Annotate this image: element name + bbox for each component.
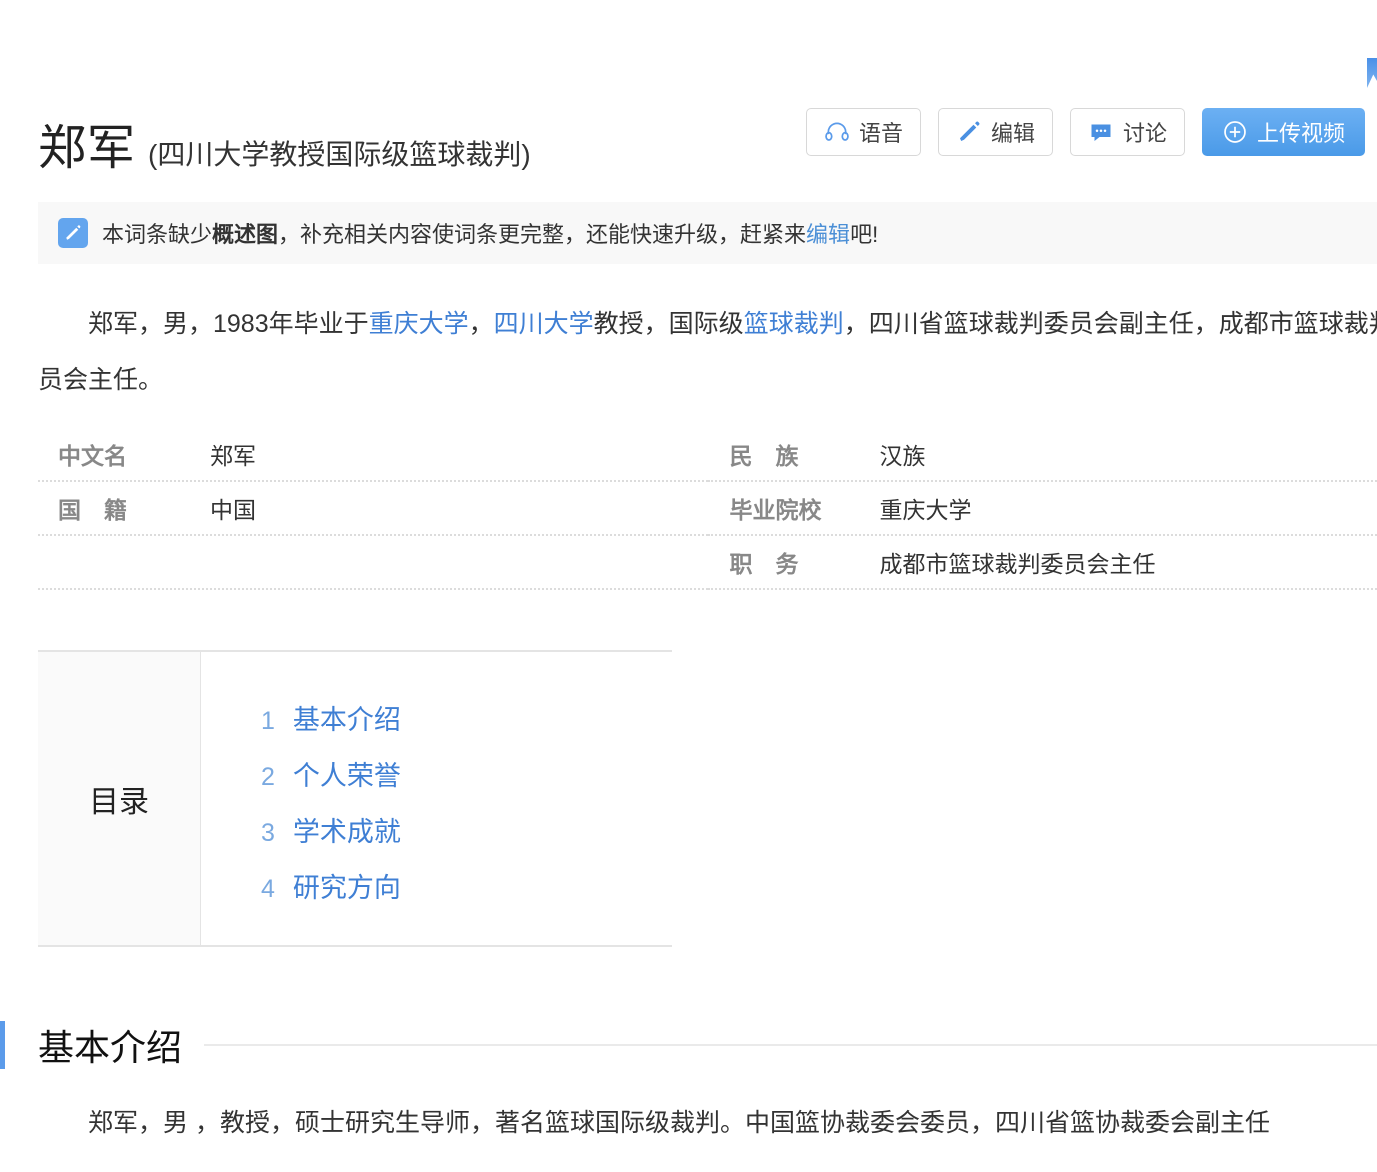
basic-info-value: 成都市篮球裁判委员会主任 <box>880 545 1156 579</box>
notice-text-after: 吧! <box>850 222 878 247</box>
table-row: 国 籍 中国 <box>38 482 708 536</box>
upload-video-button[interactable]: 上传视频 <box>1202 108 1365 156</box>
catalog-item-3[interactable]: 3 学术成就 <box>261 810 672 866</box>
table-row: 毕业院校 重庆大学 <box>708 482 1377 536</box>
upload-video-button-label: 上传视频 <box>1257 116 1345 148</box>
basic-info-value[interactable]: 中国 <box>210 491 256 525</box>
pencil-badge-icon <box>58 218 88 248</box>
discuss-button-label: 讨论 <box>1123 116 1167 148</box>
catalog-label: 目录 <box>38 652 201 945</box>
voice-button-label: 语音 <box>859 116 903 148</box>
title-group: 郑军 (四川大学教授国际级篮球裁判) <box>38 86 531 212</box>
action-bar: 语音 编辑 讨论 <box>806 108 1365 156</box>
notice-text: 本词条缺少概述图，补充相关内容使词条更完整，还能快速升级，赶紧来编辑吧! <box>102 217 878 249</box>
summary-seg3: 教授，国际级 <box>594 310 744 338</box>
corner-ornament <box>1367 58 1377 88</box>
table-row: 民 族 汉族 <box>708 428 1377 482</box>
comment-icon <box>1088 119 1114 145</box>
missing-image-notice: 本词条缺少概述图，补充相关内容使词条更完整，还能快速升级，赶紧来编辑吧! <box>38 202 1377 264</box>
discuss-button[interactable]: 讨论 <box>1070 108 1185 156</box>
plus-circle-icon <box>1222 119 1248 145</box>
edit-button[interactable]: 编辑 <box>938 108 1053 156</box>
section-paragraph: 郑军，男 ，教授，硕士研究生导师，著名篮球国际级裁判。中国篮协裁委会委员，四川省… <box>38 1095 1377 1151</box>
catalog-item-1[interactable]: 1 基本介绍 <box>261 698 672 754</box>
catalog-item-label: 研究方向 <box>293 866 401 905</box>
basic-info-key: 毕业院校 <box>708 491 880 525</box>
summary-paragraph: 郑军，男，1983年毕业于重庆大学，四川大学教授，国际级篮球裁判，四川省篮球裁判… <box>38 296 1377 408</box>
notice-text-bold: 概述图 <box>212 222 278 247</box>
lemma-header: 郑军 (四川大学教授国际级篮球裁判) 语音 编辑 <box>0 86 1377 170</box>
section-heading: 基本介绍 <box>0 1016 1377 1074</box>
section-divider <box>204 1044 1377 1046</box>
table-row: 中文名 郑军 <box>38 428 708 482</box>
table-of-contents: 目录 1 基本介绍 2 个人荣誉 3 学术成就 4 研究方向 <box>38 650 672 947</box>
catalog-item-number: 2 <box>261 763 275 792</box>
summary-seg1: 郑军，男，1983年毕业于 <box>88 310 369 338</box>
basic-info-table: 中文名 郑军 国 籍 中国 民 族 汉族 毕业院校 重庆大学 职 务 成都市篮球… <box>38 428 1377 590</box>
table-row: 职 务 成都市篮球裁判委员会主任 <box>708 536 1377 590</box>
section-accent-bar <box>0 1021 5 1069</box>
pencil-icon <box>956 119 982 145</box>
basic-info-value: 郑军 <box>210 437 256 471</box>
summary-seg2: ， <box>469 310 494 338</box>
notice-text-before: 本词条缺少 <box>102 222 212 247</box>
notice-edit-link[interactable]: 编辑 <box>806 222 850 247</box>
link-basketball-referee[interactable]: 篮球裁判 <box>744 310 844 338</box>
catalog-item-number: 4 <box>261 875 275 904</box>
catalog-item-number: 3 <box>261 819 275 848</box>
basic-info-key: 职 务 <box>708 545 880 579</box>
edit-button-label: 编辑 <box>991 116 1035 148</box>
catalog-item-label: 学术成就 <box>293 810 401 849</box>
basic-info-right-column: 民 族 汉族 毕业院校 重庆大学 职 务 成都市篮球裁判委员会主任 <box>708 428 1377 590</box>
link-chongqing-university[interactable]: 重庆大学 <box>369 310 469 338</box>
basic-info-left-column: 中文名 郑军 国 籍 中国 <box>38 428 708 590</box>
basic-info-value: 汉族 <box>880 437 926 471</box>
table-row <box>38 536 708 590</box>
page-subtitle: (四川大学教授国际级篮球裁判) <box>148 124 531 186</box>
basic-info-key: 中文名 <box>38 437 210 471</box>
voice-button[interactable]: 语音 <box>806 108 921 156</box>
page-title: 郑军 <box>38 118 136 180</box>
basic-info-value[interactable]: 重庆大学 <box>880 491 972 525</box>
catalog-item-4[interactable]: 4 研究方向 <box>261 866 672 922</box>
notice-text-middle: ，补充相关内容使词条更完整，还能快速升级，赶紧来 <box>278 222 806 247</box>
section-title: 基本介绍 <box>38 1019 182 1071</box>
catalog-item-number: 1 <box>261 707 275 736</box>
link-sichuan-university[interactable]: 四川大学 <box>494 310 594 338</box>
catalog-item-2[interactable]: 2 个人荣誉 <box>261 754 672 810</box>
headphones-icon <box>824 119 850 145</box>
basic-info-key: 民 族 <box>708 437 880 471</box>
basic-info-key: 国 籍 <box>38 491 210 525</box>
catalog-list: 1 基本介绍 2 个人荣誉 3 学术成就 4 研究方向 <box>201 652 672 945</box>
catalog-item-label: 个人荣誉 <box>293 754 401 793</box>
catalog-item-label: 基本介绍 <box>293 698 401 737</box>
